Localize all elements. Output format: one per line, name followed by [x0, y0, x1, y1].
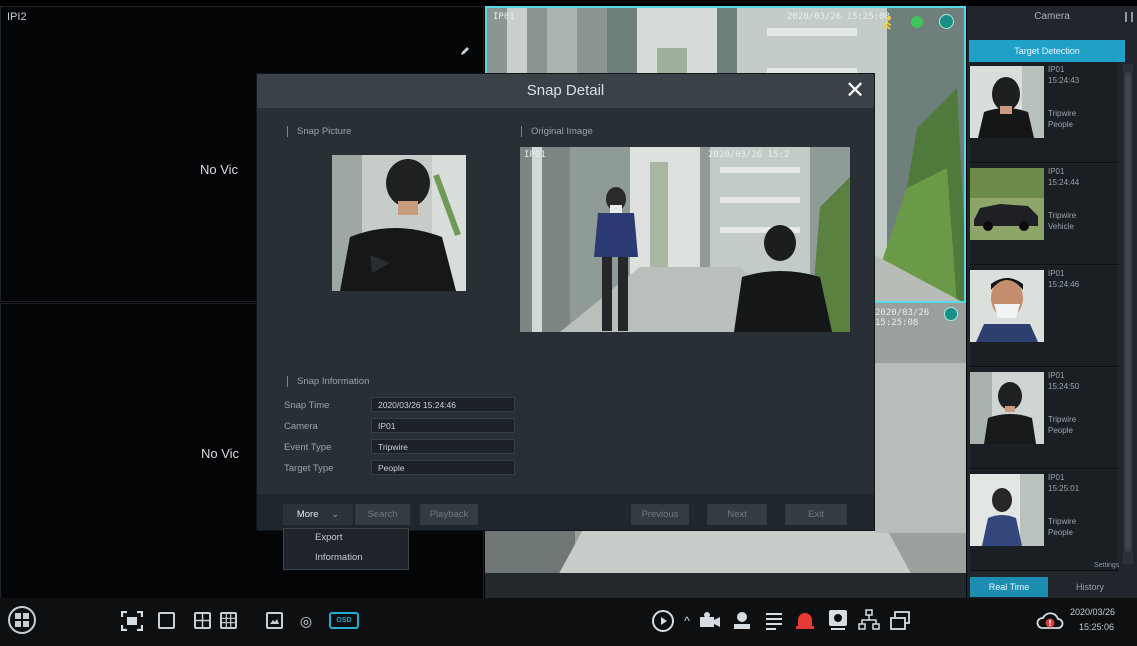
- card-camera: IP01: [1048, 269, 1065, 278]
- snap-card[interactable]: IP01 15:25:01 Tripwire People: [970, 470, 1118, 571]
- camera-time-overlay: 2020/03/26 15:25:08: [787, 12, 890, 22]
- snap-thumbnail: [970, 270, 1044, 342]
- osd-icon[interactable]: OSD: [329, 612, 359, 629]
- camera-id-overlay: IP01: [493, 12, 515, 22]
- next-button[interactable]: Next: [707, 504, 767, 525]
- snap-card[interactable]: IP01 15:24:44 Tripwire Vehicle: [970, 164, 1118, 265]
- tab-history[interactable]: History: [1051, 577, 1129, 597]
- card-time: 15:25:01: [1048, 484, 1080, 493]
- disk-icon[interactable]: [828, 609, 848, 631]
- tab-target-detection[interactable]: Target Detection: [969, 40, 1125, 62]
- network-icon[interactable]: [858, 609, 880, 631]
- cam-settings-icon[interactable]: [944, 307, 958, 321]
- alarm-icon[interactable]: [794, 610, 816, 630]
- card-time: 15:24:44: [1048, 178, 1080, 187]
- card-time: 15:24:50: [1048, 382, 1080, 391]
- card-type: People: [1048, 120, 1073, 129]
- record-icon[interactable]: [699, 612, 721, 630]
- settings-link[interactable]: Settings: [1094, 562, 1119, 569]
- snap-time-label: Snap Time: [284, 400, 330, 411]
- tile-label: IPI2: [7, 11, 27, 23]
- snap-thumbnail: [970, 168, 1044, 240]
- more-dropdown-menu: Export Information: [283, 528, 409, 570]
- playback-icon[interactable]: [652, 610, 674, 632]
- snap-card[interactable]: IP01 15:24:46: [970, 266, 1118, 367]
- layout-1-icon[interactable]: [158, 612, 175, 629]
- cam-settings-icon[interactable]: [939, 14, 954, 29]
- snap-card[interactable]: IP01 15:24:50 Tripwire People: [970, 368, 1118, 469]
- snap-information-title: Snap Information: [287, 376, 369, 387]
- playback-button[interactable]: Playback: [420, 504, 478, 525]
- more-label: More: [296, 509, 319, 520]
- taskbar: ◎ OSD ^ 2020/03/26 15:25:06: [0, 598, 1137, 646]
- snap-card[interactable]: IP01 15:24:43 Tripwire People: [970, 62, 1118, 163]
- menu-item-export[interactable]: Export: [315, 532, 342, 543]
- pen-icon[interactable]: [459, 44, 471, 56]
- snap-time-field: 2020/03/26 15:24:46: [371, 397, 515, 412]
- date-display: 2020/03/26: [1070, 607, 1116, 617]
- card-event: Tripwire: [1048, 517, 1077, 526]
- snap-thumbnail: [970, 372, 1044, 444]
- cloud-alert-icon[interactable]: [1036, 610, 1064, 632]
- chevron-up-icon[interactable]: ^: [677, 611, 697, 631]
- camera-field: IP01: [371, 418, 515, 433]
- card-event: Tripwire: [1048, 109, 1077, 118]
- event-type-label: Event Type: [284, 442, 332, 453]
- camera-label: Camera: [284, 421, 318, 432]
- event-type-field: Tripwire: [371, 439, 515, 454]
- snap-detail-dialog: Snap Detail ✕ Snap Picture Original Imag…: [257, 74, 874, 530]
- card-camera: IP01: [1048, 473, 1065, 482]
- panel-title: Camera: [1034, 11, 1070, 22]
- card-type: People: [1048, 426, 1073, 435]
- fullscreen-icon[interactable]: [120, 610, 144, 632]
- ptz-icon[interactable]: ◎: [296, 611, 316, 631]
- exit-button[interactable]: Exit: [785, 504, 847, 525]
- time-display: 15:25:06: [1079, 622, 1115, 632]
- menu-item-information[interactable]: Information: [315, 552, 363, 563]
- dialog-footer: More ⌄ Search Playback Previous Next Exi…: [257, 494, 874, 530]
- snap-picture-title: Snap Picture: [287, 126, 351, 137]
- target-type-label: Target Type: [284, 463, 334, 474]
- card-time: 15:24:43: [1048, 76, 1080, 85]
- run-icon: [881, 16, 895, 30]
- card-event: Tripwire: [1048, 211, 1077, 220]
- card-type: Vehicle: [1048, 222, 1074, 231]
- snap-picture[interactable]: [332, 155, 466, 291]
- card-type: People: [1048, 528, 1073, 537]
- chevron-down-icon: ⌄: [331, 509, 340, 520]
- panel-scroll-thumb[interactable]: [1125, 72, 1131, 552]
- windows-icon[interactable]: [890, 611, 910, 631]
- snap-thumbnail: [970, 474, 1044, 546]
- layout-4-icon[interactable]: [194, 612, 211, 629]
- card-camera: IP01: [1048, 65, 1065, 74]
- card-camera: IP01: [1048, 371, 1065, 380]
- list-icon[interactable]: [764, 611, 784, 631]
- card-camera: IP01: [1048, 167, 1065, 176]
- status-dot-icon: [911, 16, 923, 28]
- no-video-text: No Vic: [200, 162, 239, 177]
- tab-real-time[interactable]: Real Time: [970, 577, 1048, 597]
- close-icon[interactable]: ✕: [841, 76, 869, 106]
- original-image[interactable]: IP01 2020/03/26 15:2: [520, 147, 850, 332]
- camera-time-overlay: 2020/03/26 15:2: [708, 150, 790, 160]
- previous-button[interactable]: Previous: [631, 504, 689, 525]
- start-menu-icon[interactable]: [8, 606, 36, 634]
- camera-id-overlay: IP01: [524, 150, 546, 160]
- target-type-field: People: [371, 460, 515, 475]
- more-button[interactable]: More ⌄: [283, 504, 353, 525]
- image-icon[interactable]: [266, 612, 283, 629]
- no-video-text: No Vic: [201, 446, 240, 461]
- search-button[interactable]: Search: [355, 504, 410, 525]
- original-image-title: Original Image: [521, 126, 593, 137]
- layout-9-icon[interactable]: [220, 612, 237, 629]
- dialog-title: Snap Detail: [526, 82, 605, 99]
- target-detection-panel: Camera Target Detection IP01 15:24:43 Tr…: [967, 6, 1137, 598]
- card-event: Tripwire: [1048, 415, 1077, 424]
- user-icon[interactable]: [732, 610, 752, 630]
- card-time: 15:24:46: [1048, 280, 1080, 289]
- panel-menu-icon[interactable]: [1125, 12, 1133, 22]
- snap-thumbnail: [970, 66, 1044, 138]
